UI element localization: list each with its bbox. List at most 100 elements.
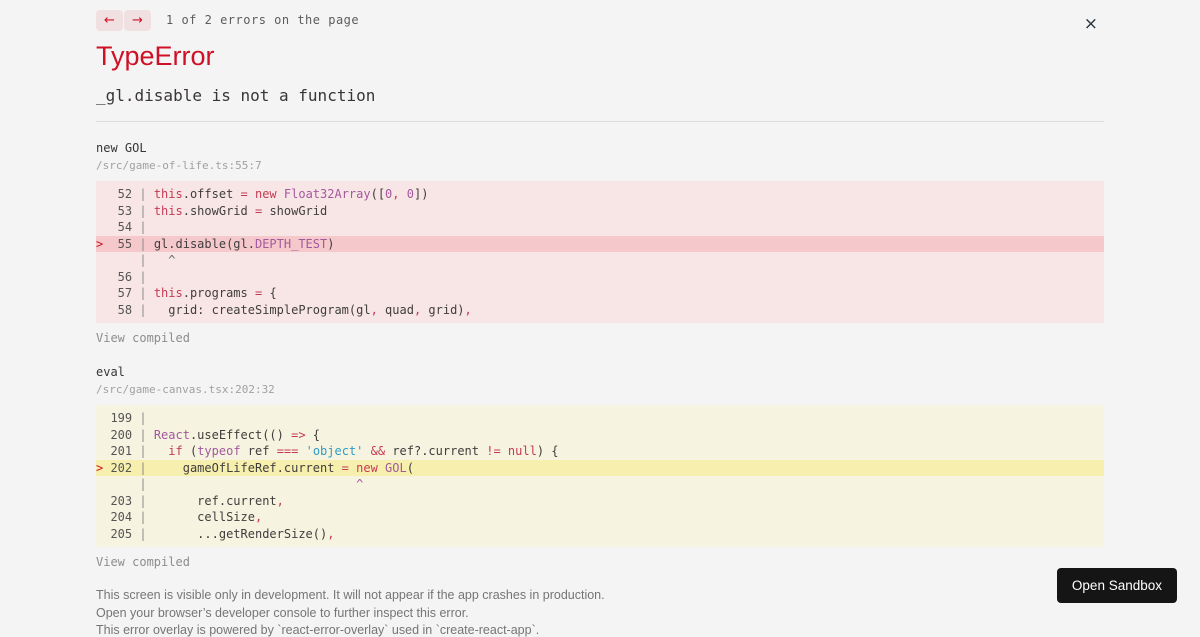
code-content: cellSize,	[154, 510, 262, 524]
line-pipe: |	[132, 237, 154, 251]
line-pipe: |	[132, 461, 154, 475]
frame-file-path: /src/game-of-life.ts:55:7	[96, 159, 1104, 172]
line-pipe: |	[132, 411, 154, 425]
line-marker	[96, 428, 110, 442]
line-pipe: |	[132, 253, 154, 267]
code-line: 54 |	[96, 219, 1104, 236]
code-content: ref.current,	[154, 494, 284, 508]
code-line: 203 | ref.current,	[96, 493, 1104, 510]
error-nav: ← → 1 of 2 errors on the page	[96, 9, 1104, 31]
line-number: 204	[110, 510, 132, 524]
line-number	[110, 253, 132, 267]
line-marker	[96, 510, 110, 524]
line-marker	[96, 477, 110, 491]
next-error-button[interactable]: →	[124, 10, 151, 31]
line-number: 53	[110, 204, 132, 218]
code-line: > 202 | gameOfLifeRef.current = new GOL(	[96, 460, 1104, 477]
line-marker	[96, 444, 110, 458]
footer-line: Open your browser’s developer console to…	[96, 607, 1104, 620]
code-line: > 55 | gl.disable(gl.DEPTH_TEST)	[96, 236, 1104, 253]
view-compiled-link[interactable]: View compiled	[96, 331, 190, 346]
error-message: _gl.disable is not a function	[96, 86, 1104, 105]
line-pipe: |	[132, 270, 154, 284]
line-marker	[96, 204, 110, 218]
line-number: 200	[110, 428, 132, 442]
line-marker	[96, 253, 110, 267]
line-marker	[96, 494, 110, 508]
line-pipe: |	[132, 187, 154, 201]
error-counter: 1 of 2 errors on the page	[166, 13, 359, 27]
code-line: 201 | if (typeof ref === 'object' && ref…	[96, 443, 1104, 460]
frame-function-name: new GOL	[96, 141, 1104, 156]
line-marker	[96, 527, 110, 541]
line-marker	[96, 286, 110, 300]
line-pipe: |	[132, 527, 154, 541]
line-number: 201	[110, 444, 132, 458]
frame-function-name: eval	[96, 365, 1104, 380]
line-pipe: |	[132, 444, 154, 458]
line-number	[110, 477, 132, 491]
code-line: 205 | ...getRenderSize(),	[96, 526, 1104, 543]
line-marker	[96, 411, 110, 425]
code-content: gameOfLifeRef.current = new GOL(	[154, 461, 414, 475]
code-content: this.offset = new Float32Array([0, 0])	[154, 187, 429, 201]
line-number: 56	[110, 270, 132, 284]
line-marker	[96, 187, 110, 201]
line-number: 55	[110, 237, 132, 251]
code-content: React.useEffect(() => {	[154, 428, 320, 442]
code-line: 57 | this.programs = {	[96, 285, 1104, 302]
line-number: 202	[110, 461, 132, 475]
frame-file-path: /src/game-canvas.tsx:202:32	[96, 383, 1104, 396]
line-pipe: |	[132, 477, 154, 491]
line-marker	[96, 270, 110, 284]
line-pipe: |	[132, 428, 154, 442]
code-content: if (typeof ref === 'object' && ref?.curr…	[154, 444, 559, 458]
code-line: 199 |	[96, 410, 1104, 427]
code-line: 58 | grid: createSimpleProgram(gl, quad,…	[96, 302, 1104, 319]
line-number: 52	[110, 187, 132, 201]
code-line: 56 |	[96, 269, 1104, 286]
code-content: ^	[154, 253, 176, 267]
code-content: gl.disable(gl.DEPTH_TEST)	[154, 237, 335, 251]
line-number: 203	[110, 494, 132, 508]
line-marker: >	[96, 461, 110, 475]
line-number: 54	[110, 220, 132, 234]
footer-line: This error overlay is powered by `react-…	[96, 624, 1104, 637]
line-number: 57	[110, 286, 132, 300]
line-marker: >	[96, 237, 110, 251]
close-icon[interactable]: ×	[1082, 14, 1100, 35]
footer-notes: This screen is visible only in developme…	[96, 589, 1104, 637]
line-number: 58	[110, 303, 132, 317]
code-line: 52 | this.offset = new Float32Array([0, …	[96, 186, 1104, 203]
code-line: 204 | cellSize,	[96, 509, 1104, 526]
view-compiled-link[interactable]: View compiled	[96, 555, 190, 570]
divider	[96, 121, 1104, 122]
code-block: 199 | 200 | React.useEffect(() => { 201 …	[96, 405, 1104, 547]
code-line: | ^	[96, 476, 1104, 493]
open-sandbox-button[interactable]: Open Sandbox	[1057, 568, 1177, 603]
code-content: this.programs = {	[154, 286, 277, 300]
line-number: 199	[110, 411, 132, 425]
line-marker	[96, 220, 110, 234]
line-pipe: |	[132, 204, 154, 218]
line-pipe: |	[132, 494, 154, 508]
prev-error-button[interactable]: ←	[96, 10, 123, 31]
line-pipe: |	[132, 303, 154, 317]
line-pipe: |	[132, 220, 154, 234]
line-pipe: |	[132, 286, 154, 300]
error-overlay: ← → 1 of 2 errors on the page × TypeErro…	[0, 0, 1200, 621]
line-number: 205	[110, 527, 132, 541]
footer-line: This screen is visible only in developme…	[96, 589, 1104, 602]
code-content: ^	[154, 477, 364, 491]
code-line: 53 | this.showGrid = showGrid	[96, 203, 1104, 220]
code-line: | ^	[96, 252, 1104, 269]
line-pipe: |	[132, 510, 154, 524]
code-content: grid: createSimpleProgram(gl, quad, grid…	[154, 303, 472, 317]
code-content: this.showGrid = showGrid	[154, 204, 327, 218]
code-block: 52 | this.offset = new Float32Array([0, …	[96, 181, 1104, 323]
line-marker	[96, 303, 110, 317]
error-type-title: TypeError	[96, 42, 1104, 70]
code-line: 200 | React.useEffect(() => {	[96, 427, 1104, 444]
stack-frames: new GOL/src/game-of-life.ts:55:7 52 | th…	[96, 141, 1104, 570]
code-content: ...getRenderSize(),	[154, 527, 335, 541]
